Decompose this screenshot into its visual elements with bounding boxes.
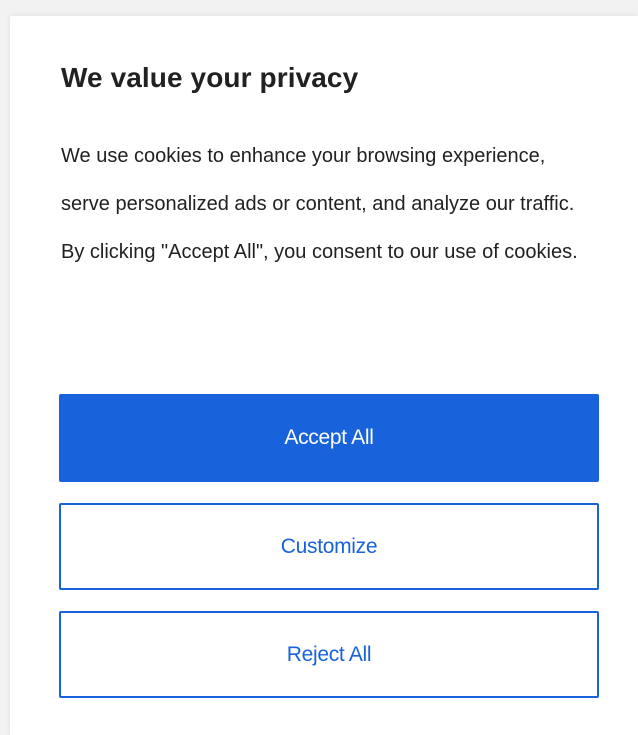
banner-description: We use cookies to enhance your browsing …: [61, 145, 578, 263]
accept-all-button[interactable]: Accept All: [59, 394, 599, 482]
banner-title: We value your privacy: [61, 62, 359, 93]
customize-button[interactable]: Customize: [59, 503, 599, 590]
page: We value your privacy We use cookies to …: [0, 0, 638, 735]
cookie-consent-banner: We value your privacy We use cookies to …: [10, 16, 638, 735]
reject-all-button[interactable]: Reject All: [59, 611, 599, 698]
